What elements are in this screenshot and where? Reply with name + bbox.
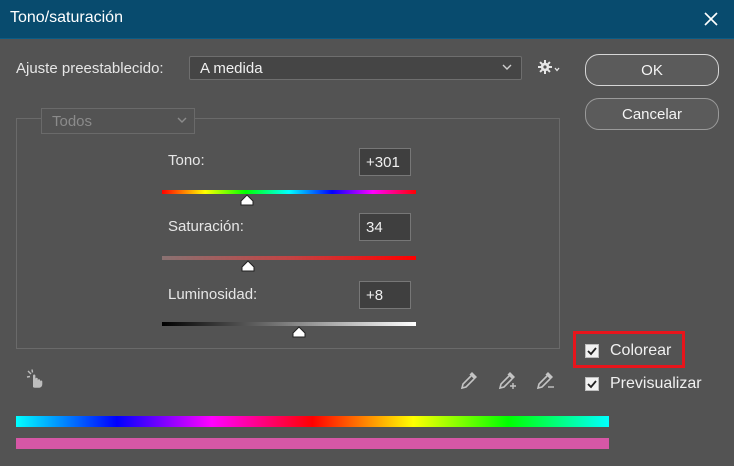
hue-label: Tono: [168,152,205,169]
preview-label: Previsualizar [610,375,702,392]
saturation-input[interactable]: 34 [359,213,411,241]
close-icon [704,12,718,26]
chevron-down-icon [177,117,187,123]
saturation-slider-track[interactable] [162,256,416,260]
eyedropper-plus-icon[interactable] [496,369,518,391]
check-icon [587,380,597,389]
channel-value: Todos [52,113,93,130]
preview-checkbox[interactable]: Previsualizar [585,375,702,393]
lightness-slider-track[interactable] [162,322,416,326]
hand-target-icon[interactable] [24,368,46,390]
preset-label: Ajuste preestablecido: [16,60,164,77]
saturation-slider-thumb[interactable] [241,260,255,272]
output-color-bar [16,438,609,449]
colorize-checkbox-box[interactable] [585,344,599,358]
title-bar: Tono/saturación [0,0,734,39]
lightness-input[interactable]: +8 [359,281,411,309]
hue-slider-thumb[interactable] [240,194,254,206]
channel-select[interactable]: Todos [41,108,195,134]
input-color-bar [16,416,609,427]
check-icon [587,347,597,356]
colorize-checkbox[interactable]: Colorear [585,342,671,360]
preset-select[interactable]: A medida [189,56,522,80]
preset-value: A medida [200,60,263,77]
window-title: Tono/saturación [10,9,123,26]
saturation-label: Saturación: [168,218,244,235]
settings-menu-button[interactable] [537,58,561,78]
chevron-down-icon [502,64,512,70]
ok-button[interactable]: OK [585,54,719,86]
lightness-label: Luminosidad: [168,286,258,303]
close-button[interactable] [698,6,724,32]
hue-input[interactable]: +301 [359,148,411,176]
adjustment-group [16,118,560,349]
cancel-button[interactable]: Cancelar [585,98,719,130]
hue-slider-track[interactable] [162,190,416,194]
colorize-label: Colorear [610,342,672,359]
lightness-slider-thumb[interactable] [292,326,306,338]
eyedropper-icon[interactable] [458,369,480,391]
eyedropper-minus-icon[interactable] [534,369,556,391]
preview-checkbox-box[interactable] [585,377,599,391]
gear-icon [538,60,560,74]
